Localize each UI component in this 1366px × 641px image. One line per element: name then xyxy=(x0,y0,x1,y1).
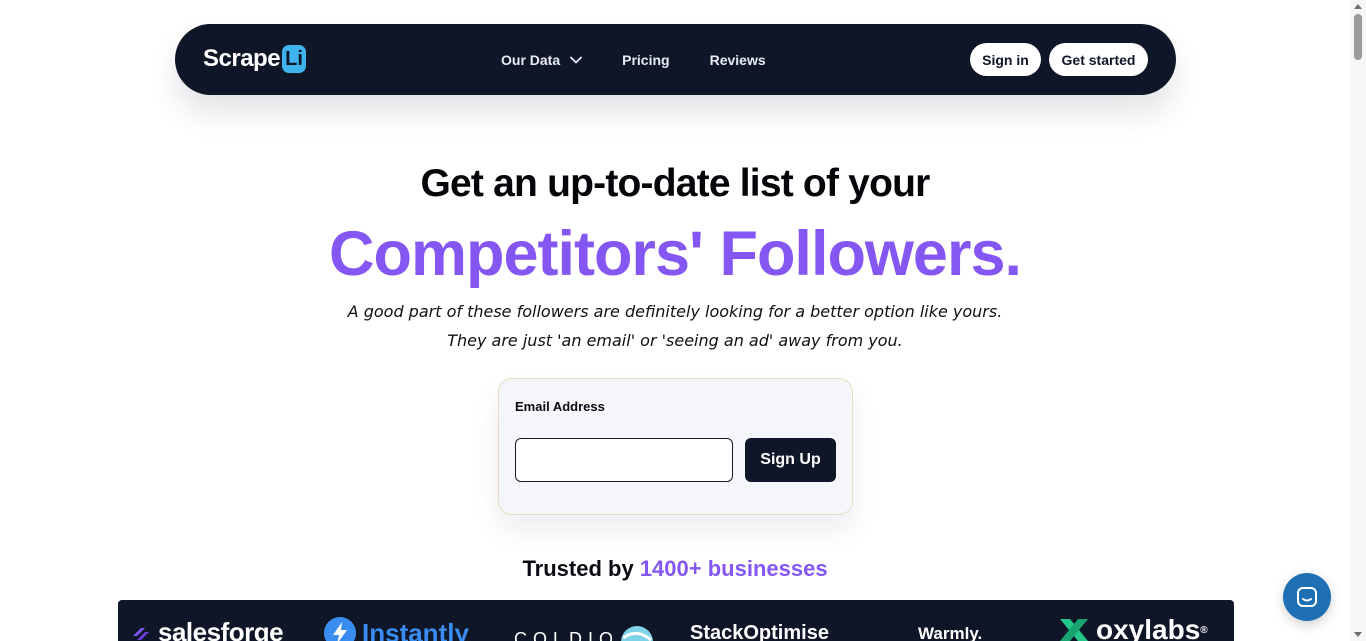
hero-subtitle-line-2: They are just 'an email' or 'seeing an a… xyxy=(447,331,903,350)
brand-salesforge-name: salesforge xyxy=(158,617,284,641)
brand-coldiq-name: COLDIQ xyxy=(514,628,620,641)
sign-in-button[interactable]: Sign in xyxy=(970,43,1041,76)
lightning-icon xyxy=(324,617,356,641)
page-scrollbar[interactable] xyxy=(1350,0,1366,641)
hero-subtitle-line-1: A good part of these followers are defin… xyxy=(347,302,1003,321)
brand-oxylabs-name: oxylabs xyxy=(1096,614,1201,641)
nav-our-data-label: Our Data xyxy=(501,51,561,68)
nav-links: Our Data Pricing Reviews xyxy=(501,24,766,95)
hero-highlight-heading: Competitors' Followers. xyxy=(328,219,1022,289)
brand-salesforge: salesforge xyxy=(130,617,284,641)
brand-stackoptimise: StackOptimise xyxy=(690,622,829,641)
brand-instantly-name: Instantly xyxy=(362,617,469,641)
salesforge-icon xyxy=(133,627,149,640)
get-started-button[interactable]: Get started xyxy=(1049,43,1148,76)
chevron-down-icon xyxy=(570,56,583,63)
logo-text: Scrape xyxy=(203,45,281,72)
trusted-highlight: 1400+ businesses xyxy=(639,556,828,581)
email-input[interactable] xyxy=(515,438,733,482)
trusted-prefix: Trusted by xyxy=(522,556,634,581)
nav-our-data[interactable]: Our Data xyxy=(501,51,583,68)
signup-card: Email Address Sign Up xyxy=(498,378,853,515)
brand-oxylabs: oxylabs ® xyxy=(1058,614,1208,641)
scrollbar-thumb[interactable] xyxy=(1354,14,1362,60)
hero-heading: Get an up-to-date list of your xyxy=(420,162,931,205)
chat-icon xyxy=(1297,587,1317,607)
brand-oxylabs-registered: ® xyxy=(1200,624,1208,636)
brand-warmly-name: Warmly. xyxy=(918,624,983,641)
nav-pricing[interactable]: Pricing xyxy=(622,52,669,68)
brand-stackoptimise-name: StackOptimise xyxy=(690,622,829,641)
oxylabs-icon xyxy=(1060,619,1088,641)
scrapeli-logo[interactable]: Scrape Li xyxy=(203,45,307,73)
hero-subtitle: A good part of these followers are defin… xyxy=(0,297,1350,355)
brand-instantly: Instantly xyxy=(324,617,469,641)
chat-launcher-button[interactable] xyxy=(1283,573,1331,621)
logo-badge: Li xyxy=(282,45,307,73)
customer-logo-bar: salesforge Instantly COLDIQ StackOptimis… xyxy=(118,600,1234,641)
brand-coldiq: COLDIQ xyxy=(514,624,661,641)
scroll-down-arrow-icon[interactable] xyxy=(1354,632,1362,637)
brand-warmly: Warmly. xyxy=(918,624,982,641)
scroll-up-arrow-icon[interactable] xyxy=(1354,4,1362,9)
email-label: Email Address xyxy=(515,399,605,414)
trusted-by-heading: Trusted by 1400+ businesses xyxy=(0,556,1350,582)
coldiq-icon xyxy=(621,626,653,641)
nav-actions: Sign in Get started xyxy=(970,43,1148,76)
sign-up-button[interactable]: Sign Up xyxy=(745,438,836,482)
top-navbar: Scrape Li Our Data Pricing Reviews Sign … xyxy=(175,24,1176,95)
nav-reviews[interactable]: Reviews xyxy=(710,52,766,68)
